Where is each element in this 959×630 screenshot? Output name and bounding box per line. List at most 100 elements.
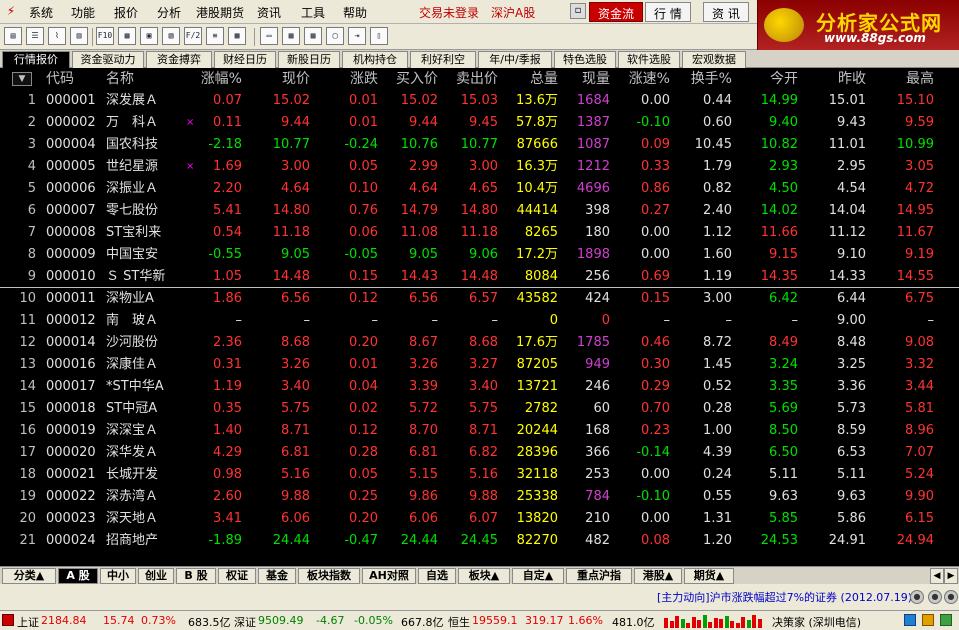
menu-quote[interactable]: 报价 <box>114 4 138 21</box>
list-icon[interactable]: ☰ <box>26 27 44 45</box>
quote-icon[interactable]: ▤ <box>4 27 22 45</box>
table-row[interactable]: 6 000007 零七股份 5.41 14.80 0.76 14.79 14.80 44414 3… <box>0 200 959 222</box>
menu-tools[interactable]: 工具 <box>301 4 325 21</box>
table-row[interactable]: 19 000022 深赤湾Ａ 2.60 9.88 0.25 9.86 9.88 25338 784… <box>0 486 959 508</box>
table-row[interactable]: 17 000020 深华发Ａ 4.29 6.81 0.28 6.81 6.82 28396 366… <box>0 442 959 464</box>
table-row[interactable]: 8 000009 中国宝安 -0.55 9.05 -0.05 9.05 9.06 17.2万 18… <box>0 244 959 266</box>
sort-dropdown-icon[interactable]: ▼ <box>12 72 32 86</box>
tab-info[interactable]: 资 讯 <box>703 2 749 22</box>
alert-icon[interactable] <box>922 614 934 626</box>
news-settings-icon[interactable]: ● <box>910 590 924 604</box>
menu-info[interactable]: 资讯 <box>257 4 281 21</box>
app-logo-icon[interactable]: ⚡ <box>2 3 20 19</box>
scroll-right-icon[interactable]: ▶ <box>944 568 958 584</box>
table-row[interactable]: 7 000008 ST宝利来 0.54 11.18 0.06 11.08 11.18 8265 1… <box>0 222 959 244</box>
tab-quote-board[interactable]: 行情报价 <box>2 51 70 68</box>
tab-reports[interactable]: 年/中/季报 <box>478 51 552 68</box>
window-icon[interactable]: ▢ <box>326 27 344 45</box>
tab-sme[interactable]: 中小 <box>100 568 136 584</box>
f10-icon[interactable]: F10 <box>96 27 114 45</box>
card-icon[interactable]: ▩ <box>228 27 246 45</box>
scroll-left-icon[interactable]: ◀ <box>930 568 944 584</box>
col-ask[interactable]: 卖出价 <box>444 68 498 90</box>
news-refresh-icon[interactable]: ● <box>928 590 942 604</box>
tab-fund-flow[interactable]: 资金流 <box>589 2 644 22</box>
col-prev-close[interactable]: 昨收 <box>806 68 866 90</box>
network-icon[interactable] <box>904 614 916 626</box>
table-row[interactable]: 13 000016 深康佳Ａ 0.31 3.26 0.01 3.26 3.27 87205 949… <box>0 354 959 376</box>
grid-icon[interactable]: ▦ <box>304 27 322 45</box>
menu-system[interactable]: 系统 <box>29 4 53 21</box>
menu-analysis[interactable]: 分析 <box>157 4 181 21</box>
table-row[interactable]: 9 000010 Ｓ ST华新 1.05 14.48 0.15 14.43 14.48 8084… <box>0 266 959 288</box>
formula-icon[interactable]: ≡ <box>206 27 224 45</box>
broker-info[interactable]: 决策家 (深圳电信) <box>772 614 861 630</box>
tab-custom[interactable]: 自定▲ <box>512 568 564 584</box>
col-volume[interactable]: 总量 <box>502 68 558 90</box>
tab-futures[interactable]: 期货▲ <box>684 568 734 584</box>
col-open[interactable]: 今开 <box>740 68 798 90</box>
table-row[interactable]: 3 000004 国农科技 -2.18 10.77 -0.24 10.76 10.77 8766… <box>0 134 959 156</box>
menu-hk-futures[interactable]: 港股期货 <box>196 4 244 21</box>
tab-sector-index[interactable]: 板块指数 <box>298 568 360 584</box>
bar-chart-icon[interactable]: ▥ <box>70 27 88 45</box>
col-speed[interactable]: 涨速% <box>614 68 670 90</box>
col-current-volume[interactable]: 现量 <box>562 68 610 90</box>
table-row[interactable]: 1 000001 深发展Ａ 0.07 15.02 0.01 15.02 15.03 13.6万 1… <box>0 90 959 112</box>
table-row[interactable]: 14 000017 *ST中华A 1.19 3.40 0.04 3.39 3.40 13721 2… <box>0 376 959 398</box>
col-price[interactable]: 现价 <box>250 68 310 90</box>
calc-icon[interactable]: ▦ <box>282 27 300 45</box>
table-row[interactable]: 12 000014 沙河股份 2.36 8.68 0.20 8.67 8.68 17.6万 178… <box>0 332 959 354</box>
tab-finance-calendar[interactable]: 财经日历 <box>214 51 276 68</box>
col-turnover[interactable]: 换手% <box>676 68 732 90</box>
window-restore-icon[interactable]: ▫ <box>570 3 586 19</box>
f10-doc-icon[interactable]: F/2 <box>184 27 202 45</box>
tab-key-index[interactable]: 重点沪指 <box>566 568 632 584</box>
tab-fund-drive[interactable]: 资金驱动力 <box>72 51 144 68</box>
col-code[interactable]: 代码 <box>46 68 96 90</box>
tab-fund-game[interactable]: 资金搏弈 <box>146 51 212 68</box>
tab-sector[interactable]: 板块▲ <box>458 568 510 584</box>
folder-icon[interactable]: ▭ <box>260 27 278 45</box>
tab-macro-data[interactable]: 宏观数据 <box>682 51 746 68</box>
document-icon[interactable]: ▯ <box>370 27 388 45</box>
tab-b-share[interactable]: B 股 <box>176 568 216 584</box>
table-row[interactable]: 2 000002 万 科Ａ × 0.11 9.44 0.01 9.44 9.45 57.8万 138… <box>0 112 959 134</box>
market-status[interactable]: 深沪A股 <box>491 4 535 21</box>
tab-market[interactable]: 行 情 <box>645 2 691 22</box>
f10-doc-icon[interactable]: ▦ <box>118 27 136 45</box>
tab-a-share[interactable]: A 股 <box>58 568 98 584</box>
news-icon[interactable]: ▣ <box>140 27 158 45</box>
menu-function[interactable]: 功能 <box>71 4 95 21</box>
tab-good-bad-news[interactable]: 利好利空 <box>410 51 476 68</box>
col-high[interactable]: 最高 <box>874 68 934 90</box>
sound-icon[interactable] <box>940 614 952 626</box>
tab-ipo-calendar[interactable]: 新股日历 <box>278 51 340 68</box>
tab-watchlist[interactable]: 自选 <box>418 568 456 584</box>
tab-featured-picks[interactable]: 特色选股 <box>554 51 616 68</box>
col-diff[interactable]: 涨跌 <box>320 68 378 90</box>
col-change-pct[interactable]: 涨幅% <box>180 68 242 90</box>
news-close-icon[interactable]: ● <box>944 590 958 604</box>
table-row[interactable]: 4 000005 世纪星源 × 1.69 3.00 0.05 2.99 3.00 16.3万 121… <box>0 156 959 178</box>
tab-category[interactable]: 分类▲ <box>2 568 56 584</box>
tab-fund[interactable]: 基金 <box>258 568 296 584</box>
col-name[interactable]: 名称 <box>106 68 176 90</box>
table-row[interactable]: 10 000011 深物业A 1.86 6.56 0.12 6.56 6.57 43582 424… <box>0 288 959 310</box>
table-row[interactable]: 21 000024 招商地产 -1.89 24.44 -0.47 24.44 24.45 822… <box>0 530 959 552</box>
tab-gem[interactable]: 创业 <box>138 568 174 584</box>
table-row[interactable]: 18 000021 长城开发 0.98 5.16 0.05 5.15 5.16 32118 253… <box>0 464 959 486</box>
tab-warrant[interactable]: 权证 <box>218 568 256 584</box>
tab-software-picks[interactable]: 软件选股 <box>618 51 680 68</box>
tab-hk-stock[interactable]: 港股▲ <box>634 568 682 584</box>
menu-help[interactable]: 帮助 <box>343 4 367 21</box>
trade-login-status[interactable]: 交易未登录 <box>419 4 479 21</box>
export-icon[interactable]: ⇥ <box>348 27 366 45</box>
table-row[interactable]: 15 000018 ST中冠A 0.35 5.75 0.02 5.72 5.75 2782 60 0… <box>0 398 959 420</box>
table-row[interactable]: 16 000019 深深宝Ａ 1.40 8.71 0.12 8.70 8.71 20244 168… <box>0 420 959 442</box>
col-bid[interactable]: 买入价 <box>384 68 438 90</box>
fund-icon[interactable]: ▧ <box>162 27 180 45</box>
table-row[interactable]: 5 000006 深振业Ａ 2.20 4.64 0.10 4.64 4.65 10.4万 4696… <box>0 178 959 200</box>
table-row[interactable]: 20 000023 深天地Ａ 3.41 6.06 0.20 6.06 6.07 13820 210… <box>0 508 959 530</box>
chart-icon[interactable]: ⌇ <box>48 27 66 45</box>
